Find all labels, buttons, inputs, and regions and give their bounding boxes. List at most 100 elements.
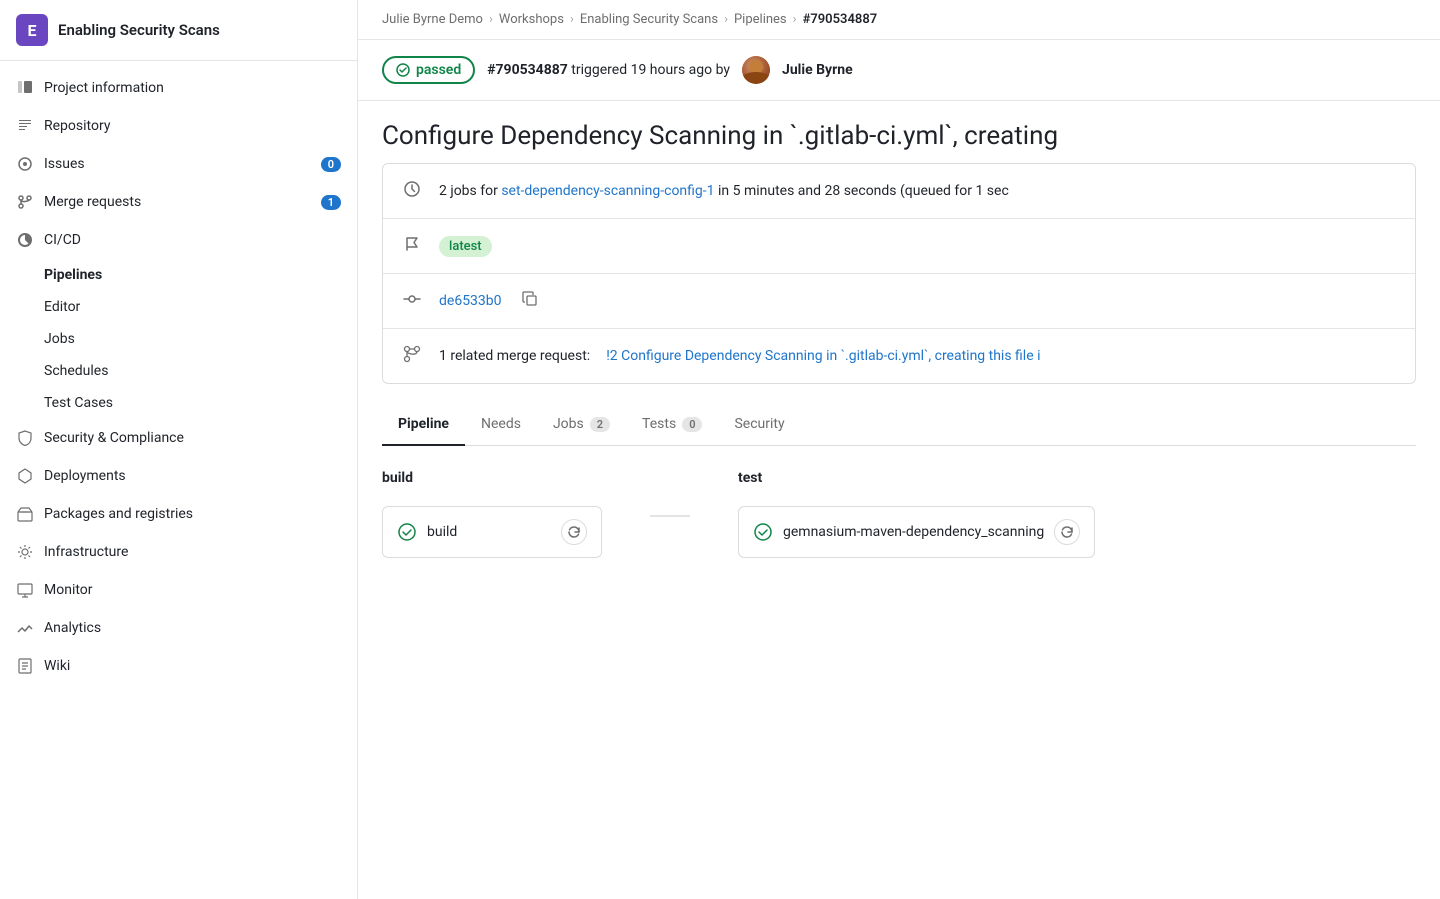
job-retry-button-build[interactable] bbox=[561, 519, 587, 545]
merge-icon bbox=[16, 193, 34, 211]
user-name: Julie Byrne bbox=[782, 62, 853, 78]
sidebar-item-infrastructure[interactable]: Infrastructure bbox=[0, 533, 357, 571]
sidebar-item-label: Project information bbox=[44, 80, 164, 96]
job-retry-button-test[interactable] bbox=[1054, 519, 1080, 545]
project-avatar: E bbox=[16, 14, 48, 46]
stage-test: test gemnasium-maven-dependency_scanning bbox=[738, 470, 1095, 558]
monitor-icon bbox=[16, 581, 34, 599]
merge-requests-badge: 1 bbox=[321, 195, 341, 210]
breadcrumb-item-4[interactable]: Pipelines bbox=[734, 12, 787, 27]
sidebar-item-wiki[interactable]: Wiki bbox=[0, 647, 357, 685]
user-avatar-img bbox=[742, 56, 770, 84]
info-icon bbox=[16, 79, 34, 97]
sidebar-item-repository[interactable]: Repository bbox=[0, 107, 357, 145]
sidebar-subitem-jobs[interactable]: Jobs bbox=[0, 323, 357, 355]
repo-icon bbox=[16, 117, 34, 135]
meta-row-mr: 1 related merge request: !2 Configure De… bbox=[383, 329, 1415, 383]
pipeline-number: #790534887 bbox=[487, 62, 568, 78]
breadcrumb-item-3[interactable]: Enabling Security Scans bbox=[580, 12, 718, 27]
sidebar-item-label: Merge requests bbox=[44, 194, 141, 210]
tab-tests[interactable]: Tests 0 bbox=[626, 404, 718, 446]
sidebar-item-security-compliance[interactable]: Security & Compliance bbox=[0, 419, 357, 457]
sidebar-subitem-pipelines[interactable]: Pipelines bbox=[0, 259, 357, 291]
issues-icon bbox=[16, 155, 34, 173]
sidebar-item-deployments[interactable]: Deployments bbox=[0, 457, 357, 495]
jobs-tab-count: 2 bbox=[590, 417, 610, 432]
sidebar-item-project-information[interactable]: Project information bbox=[0, 69, 357, 107]
copy-icon[interactable] bbox=[522, 291, 538, 311]
tabs-container: Pipeline Needs Jobs 2 Tests 0 Security bbox=[382, 404, 1416, 446]
tab-jobs[interactable]: Jobs 2 bbox=[537, 404, 626, 446]
commit-icon bbox=[403, 290, 423, 312]
sidebar-item-label: Packages and registries bbox=[44, 506, 193, 522]
issues-badge: 0 bbox=[321, 157, 341, 172]
sidebar-item-label: Wiki bbox=[44, 658, 70, 674]
sidebar-subitem-label: Test Cases bbox=[44, 395, 113, 411]
clock-icon bbox=[403, 180, 423, 202]
sidebar-item-analytics[interactable]: Analytics bbox=[0, 609, 357, 647]
status-badge: passed bbox=[382, 56, 475, 84]
sidebar-subitem-label: Jobs bbox=[44, 331, 75, 347]
tests-tab-count: 0 bbox=[682, 417, 702, 432]
stage-connector bbox=[650, 515, 690, 517]
job-card-build: build bbox=[382, 506, 602, 558]
infra-icon bbox=[16, 543, 34, 561]
analytics-icon bbox=[16, 619, 34, 637]
sidebar-item-issues[interactable]: Issues 0 bbox=[0, 145, 357, 183]
sidebar-item-monitor[interactable]: Monitor bbox=[0, 571, 357, 609]
sidebar-header: E Enabling Security Scans bbox=[0, 0, 357, 61]
pipeline-graph: build build te bbox=[358, 446, 1440, 582]
tab-security[interactable]: Security bbox=[718, 404, 800, 446]
sidebar-item-packages-registries[interactable]: Packages and registries bbox=[0, 495, 357, 533]
status-label: passed bbox=[416, 62, 461, 78]
mr-link[interactable]: !2 Configure Dependency Scanning in `.gi… bbox=[606, 348, 1040, 364]
meta-row-jobs: 2 jobs for set-dependency-scanning-confi… bbox=[383, 164, 1415, 219]
flag-icon bbox=[403, 235, 423, 257]
branch-link[interactable]: set-dependency-scanning-config-1 bbox=[501, 183, 714, 199]
sidebar-subitem-label: Editor bbox=[44, 299, 80, 315]
sidebar-item-label: Analytics bbox=[44, 620, 101, 636]
job-name-build: build bbox=[427, 524, 457, 540]
breadcrumb: Julie Byrne Demo › Workshops › Enabling … bbox=[358, 0, 1440, 40]
tab-pipeline[interactable]: Pipeline bbox=[382, 404, 465, 446]
sidebar-item-label: Deployments bbox=[44, 468, 126, 484]
deploy-icon bbox=[16, 467, 34, 485]
breadcrumb-item-1[interactable]: Julie Byrne Demo bbox=[382, 12, 483, 27]
job-card-test: gemnasium-maven-dependency_scanning bbox=[738, 506, 1095, 558]
cicd-icon bbox=[16, 231, 34, 249]
stage-build-label: build bbox=[382, 470, 602, 486]
wiki-icon bbox=[16, 657, 34, 675]
sidebar-nav: Project information Repository Issues 0 … bbox=[0, 61, 357, 693]
sidebar-item-label: Security & Compliance bbox=[44, 430, 184, 446]
job-name-test: gemnasium-maven-dependency_scanning bbox=[783, 524, 1044, 540]
shield-icon bbox=[16, 429, 34, 447]
tab-needs[interactable]: Needs bbox=[465, 404, 537, 446]
breadcrumb-item-2[interactable]: Workshops bbox=[499, 12, 564, 27]
sidebar-item-label: Infrastructure bbox=[44, 544, 128, 560]
sidebar-subitem-label: Schedules bbox=[44, 363, 108, 379]
project-title: Enabling Security Scans bbox=[58, 21, 220, 39]
sidebar-subitem-schedules[interactable]: Schedules bbox=[0, 355, 357, 387]
jobs-count-text: 2 jobs for set-dependency-scanning-confi… bbox=[439, 183, 1009, 199]
sidebar-item-label: Issues bbox=[44, 156, 85, 172]
pipeline-info: #790534887 triggered 19 hours ago by bbox=[487, 62, 730, 78]
breadcrumb-current: #790534887 bbox=[803, 12, 878, 27]
stage-build: build build bbox=[382, 470, 602, 558]
sidebar-item-merge-requests[interactable]: Merge requests 1 bbox=[0, 183, 357, 221]
sidebar-subitem-editor[interactable]: Editor bbox=[0, 291, 357, 323]
pipeline-trigger-text: triggered 19 hours ago by bbox=[571, 62, 730, 78]
sidebar-subitem-test-cases[interactable]: Test Cases bbox=[0, 387, 357, 419]
commit-hash-link[interactable]: de6533b0 bbox=[439, 293, 502, 309]
meta-row-commit: de6533b0 bbox=[383, 274, 1415, 329]
sidebar-item-cicd[interactable]: CI/CD bbox=[0, 221, 357, 259]
pipeline-title: Configure Dependency Scanning in `.gitla… bbox=[358, 101, 1440, 163]
sidebar-item-label: Monitor bbox=[44, 582, 93, 598]
mr-text: 1 related merge request: bbox=[439, 348, 590, 364]
pipeline-header: passed #790534887 triggered 19 hours ago… bbox=[358, 40, 1440, 101]
sidebar-item-label: CI/CD bbox=[44, 232, 81, 248]
job-success-icon-2 bbox=[753, 522, 773, 542]
main-content: Julie Byrne Demo › Workshops › Enabling … bbox=[358, 0, 1440, 899]
sidebar-item-label: Repository bbox=[44, 118, 110, 134]
avatar bbox=[742, 56, 770, 84]
merge-icon bbox=[403, 345, 423, 367]
